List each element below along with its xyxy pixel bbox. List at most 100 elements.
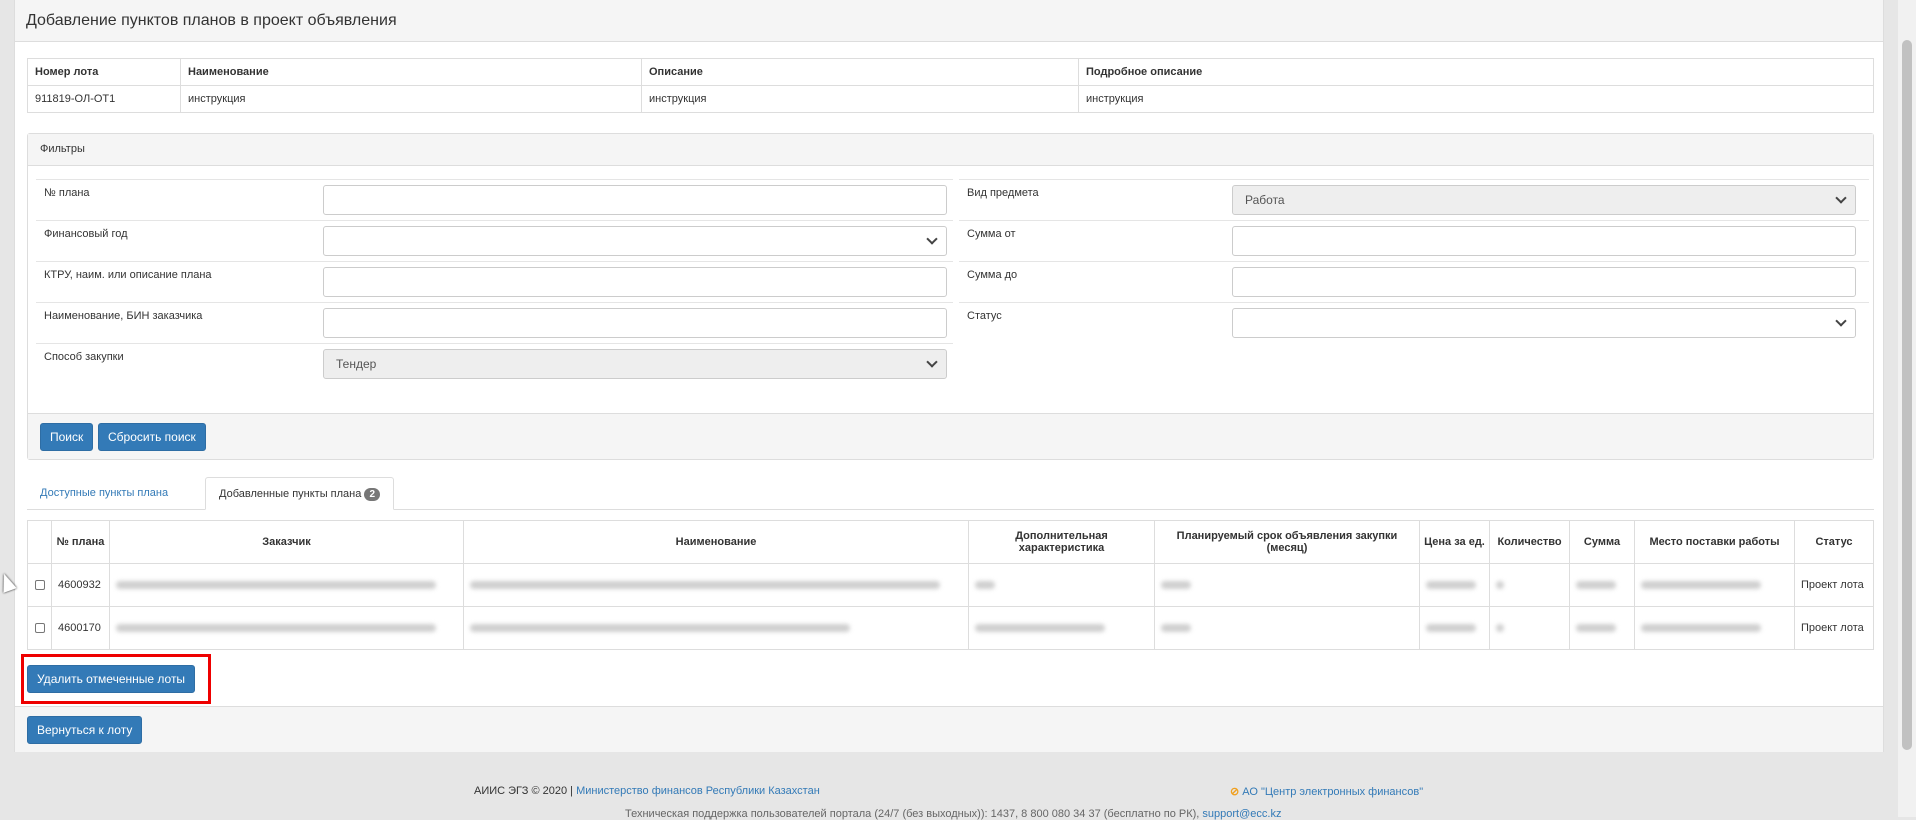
tab-added-items[interactable]: Добавленные пункты плана 2 — [205, 477, 394, 510]
filter-row-subject-type: Вид предмета Работа — [959, 179, 1869, 220]
scrollbar[interactable] — [1898, 0, 1916, 817]
unit-price-cell — [1419, 563, 1490, 607]
table-row: 4600932 Проект лота — [27, 563, 1874, 607]
chevron-down-icon — [1835, 192, 1847, 204]
filter-row-status: Статус — [959, 302, 1869, 343]
filter-row-method: Способ закупки Тендер — [36, 343, 953, 384]
quantity-cell — [1489, 606, 1570, 650]
chevron-down-icon — [926, 356, 938, 368]
name-cell — [463, 563, 969, 607]
header-extra: Дополнительная характеристика — [968, 520, 1155, 564]
lot-header-number: Номер лота — [27, 58, 181, 86]
fin-year-select[interactable] — [323, 226, 947, 256]
footer-copyright: АИИС ЭГЗ © 2020 | Министерство финансов … — [474, 785, 820, 797]
sum-from-input[interactable] — [1232, 226, 1856, 256]
table-row: 4600170 Проект лота — [27, 606, 1874, 650]
customer-input[interactable] — [323, 308, 947, 338]
subject-type-value: Работа — [1245, 193, 1285, 207]
plan-no-cell: 4600932 — [51, 563, 110, 607]
lot-number: 911819-ОЛ-ОТ1 — [27, 85, 181, 113]
plan-no-cell: 4600170 — [51, 606, 110, 650]
subject-type-label: Вид предмета — [967, 187, 1039, 199]
lot-header-details: Подробное описание — [1078, 58, 1874, 86]
support-text: Техническая поддержка пользователей порт… — [625, 808, 1200, 820]
select-header — [27, 520, 52, 564]
lot-name: инструкция — [180, 85, 642, 113]
filter-row-customer: Наименование, БИН заказчика — [36, 302, 953, 343]
sum-from-label: Сумма от — [967, 228, 1016, 240]
header-customer: Заказчик — [109, 520, 464, 564]
back-to-lot-button[interactable]: Вернуться к лоту — [27, 716, 143, 744]
lot-header-name: Наименование — [180, 58, 642, 86]
sum-cell — [1569, 606, 1635, 650]
unit-price-cell — [1419, 606, 1490, 650]
header-status: Статус — [1794, 520, 1874, 564]
tab-added-label: Добавленные пункты плана — [219, 488, 362, 500]
lot-header-description: Описание — [641, 58, 1079, 86]
plan-no-label: № плана — [44, 187, 90, 199]
plan-items-tabs: Доступные пункты плана Добавленные пункт… — [27, 477, 1874, 510]
row-checkbox[interactable] — [34, 580, 45, 590]
ministry-link[interactable]: Министерство финансов Республики Казахст… — [576, 785, 820, 797]
header-plan-no: № плана — [51, 520, 110, 564]
header-delivery-place: Место поставки работы — [1634, 520, 1795, 564]
filter-row-ktru: КТРУ, наим. или описание плана — [36, 261, 953, 302]
quantity-cell — [1489, 563, 1570, 607]
status-select[interactable] — [1232, 308, 1856, 338]
filter-row-sum-from: Сумма от — [959, 220, 1869, 261]
bottom-actions: Вернуться к лоту — [15, 706, 1883, 752]
filter-panel: Фильтры № плана Финансовый год КТРУ, наи… — [27, 133, 1874, 460]
footer-support: Техническая поддержка пользователей порт… — [625, 808, 1281, 820]
customer-cell — [109, 606, 464, 650]
delivery-place-cell — [1634, 606, 1795, 650]
main-panel: Добавление пунктов планов в проект объяв… — [14, 0, 1884, 752]
extra-cell — [968, 606, 1155, 650]
org-link[interactable]: АО "Центр электронных финансов" — [1242, 786, 1423, 798]
fin-year-label: Финансовый год — [44, 228, 128, 240]
delivery-place-cell — [1634, 563, 1795, 607]
sum-to-input[interactable] — [1232, 267, 1856, 297]
chevron-down-icon — [1835, 315, 1847, 327]
filter-row-fin-year: Финансовый год — [36, 220, 953, 261]
customer-label: Наименование, БИН заказчика — [44, 310, 203, 322]
header-sum: Сумма — [1569, 520, 1635, 564]
search-button[interactable]: Поиск — [40, 423, 94, 451]
page-title: Добавление пунктов планов в проект объяв… — [15, 0, 1883, 42]
footer-org: ⊘ АО "Центр электронных финансов" — [1230, 785, 1423, 798]
method-value: Тендер — [336, 357, 377, 371]
scrollbar-thumb[interactable] — [1902, 40, 1912, 750]
status-cell: Проект лота — [1794, 606, 1874, 650]
filter-row-plan-no: № плана — [36, 179, 953, 220]
lot-details: инструкция — [1078, 85, 1874, 113]
header-planned-term: Планируемый срок объявления закупки (мес… — [1154, 520, 1420, 564]
filter-footer: Поиск Сбросить поиск — [28, 413, 1873, 459]
sum-to-label: Сумма до — [967, 269, 1018, 281]
org-logo-icon: ⊘ — [1230, 786, 1240, 798]
tab-available-items[interactable]: Доступные пункты плана — [27, 477, 181, 510]
header-unit-price: Цена за ед. — [1419, 520, 1490, 564]
highlight-box — [21, 654, 211, 704]
support-email-link[interactable]: support@ecc.kz — [1202, 808, 1281, 820]
subject-type-select[interactable]: Работа — [1232, 185, 1856, 215]
row-checkbox[interactable] — [34, 623, 45, 633]
row-checkbox-cell — [27, 563, 52, 607]
name-cell — [463, 606, 969, 650]
plan-no-input[interactable] — [323, 185, 947, 215]
filter-row-sum-to: Сумма до — [959, 261, 1869, 302]
header-quantity: Количество — [1489, 520, 1570, 564]
reset-search-button[interactable]: Сбросить поиск — [98, 423, 206, 451]
status-label: Статус — [967, 310, 1002, 322]
lot-description: инструкция — [641, 85, 1079, 113]
ktru-input[interactable] — [323, 267, 947, 297]
sum-cell — [1569, 563, 1635, 607]
method-label: Способ закупки — [44, 351, 124, 363]
method-select[interactable]: Тендер — [323, 349, 947, 379]
ktru-label: КТРУ, наим. или описание плана — [44, 269, 212, 281]
chevron-down-icon — [926, 233, 938, 245]
copyright-text: АИИС ЭГЗ © 2020 | — [474, 785, 574, 797]
customer-cell — [109, 563, 464, 607]
extra-cell — [968, 563, 1155, 607]
lot-info-table: Номер лота Наименование Описание Подробн… — [27, 58, 1874, 113]
added-count-badge: 2 — [364, 488, 380, 501]
planned-term-cell — [1154, 606, 1420, 650]
